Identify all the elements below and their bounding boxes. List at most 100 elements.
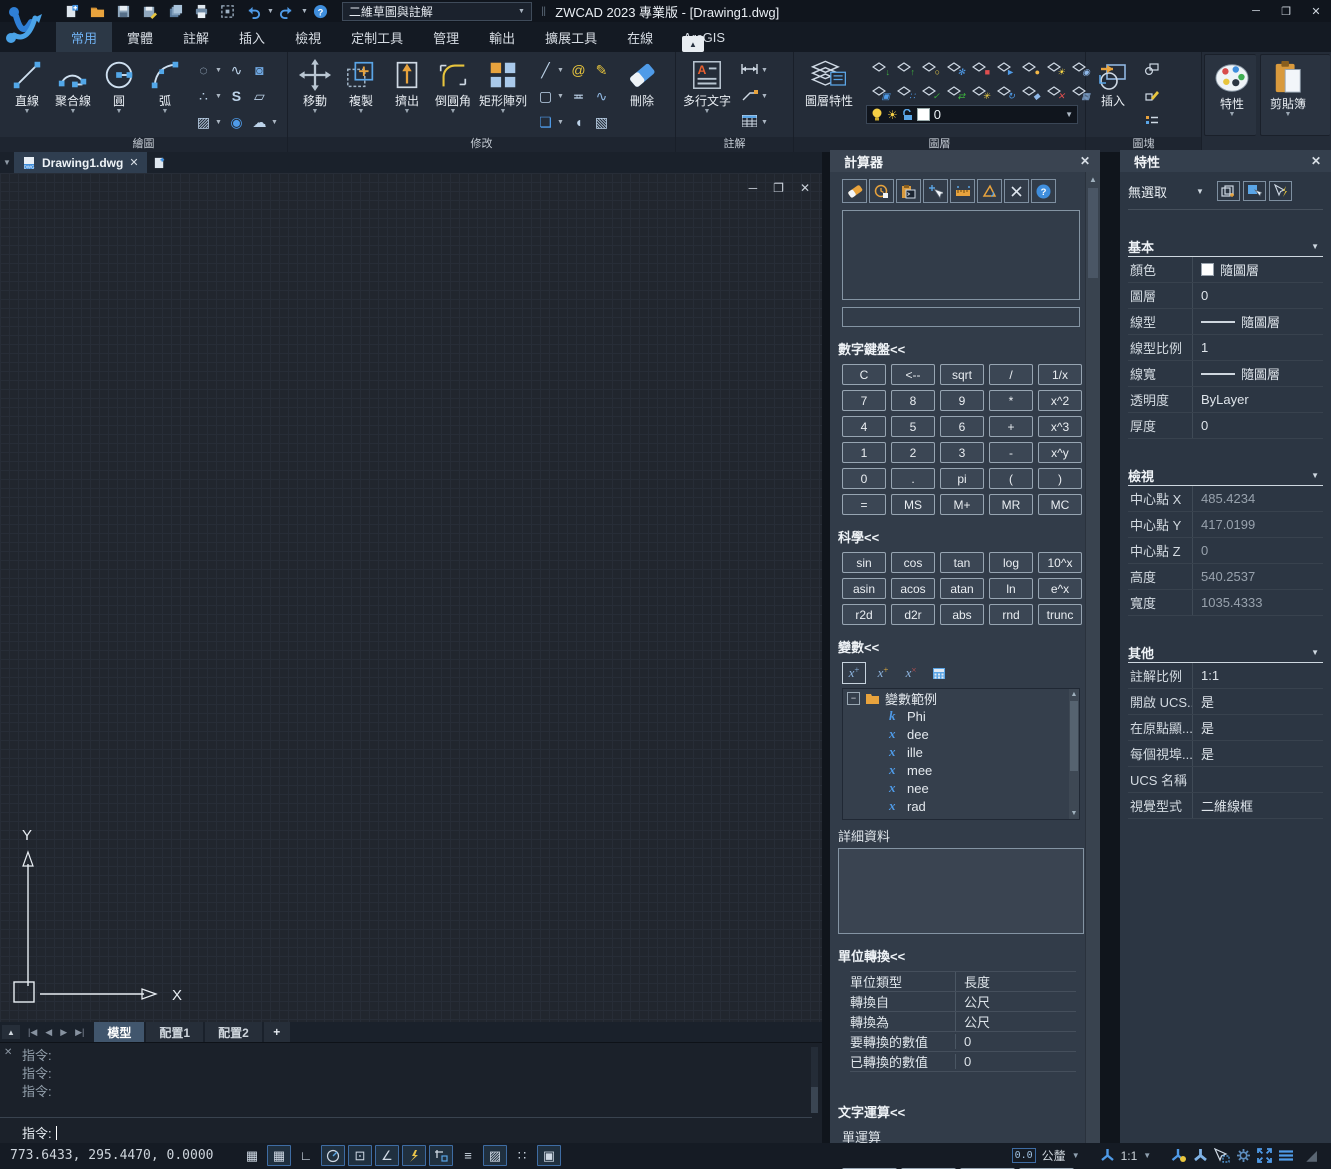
layer-up-icon[interactable]: ↑ [891,55,916,79]
spline-cv-icon[interactable]: S [225,83,248,109]
property-row[interactable]: 線型比例 1 [1128,335,1323,361]
chevron-down-icon[interactable]: ▼ [1311,471,1323,480]
calc-sci-key[interactable]: log [989,552,1033,573]
spline-fit-icon[interactable]: ∿ [225,57,248,83]
hatch-icon[interactable]: ▨▼ [192,109,225,135]
ellipse-icon[interactable]: ◌▼ [192,57,225,83]
selection-cycling-icon[interactable]: ∷ [510,1145,534,1166]
calc-key[interactable]: 8 [891,390,935,411]
calc-key[interactable]: - [989,442,1033,463]
chevron-down-icon[interactable]: ▼ [1143,1151,1151,1160]
circle-button[interactable]: 圓▼ [96,55,142,116]
unit-row[interactable]: 要轉換的數值 0 [850,1031,1076,1051]
workspace-select[interactable]: 二維草圖與註解 ▼ [342,2,532,21]
layer-freeze-icon[interactable]: ✻ [941,55,966,79]
calc-key[interactable]: + [989,416,1033,437]
resize-grip[interactable]: ◢ [1306,1147,1317,1164]
units-label[interactable]: 公釐 [1042,1147,1066,1164]
layer-merge-icon[interactable]: ✳ [966,79,991,103]
calc-sci-key[interactable]: 10^x [1038,552,1082,573]
toggle-pickadd-icon[interactable] [1269,181,1292,201]
attributes-icon[interactable] [1140,109,1163,135]
revision-cloud-icon[interactable]: ☁▼ [248,109,281,135]
properties-close-icon[interactable]: ✕ [1311,154,1321,168]
calc-sci-key[interactable]: asin [842,578,886,599]
property-row[interactable]: 註解比例 1:1 [1128,663,1323,689]
ribbon-tab[interactable]: ArcGIS [668,22,740,52]
property-row[interactable]: 厚度 0 [1128,413,1323,439]
new-icon[interactable] [58,1,84,21]
layout-tab[interactable]: 配置2 [205,1022,262,1042]
section-units[interactable]: 單位轉換<< [838,946,1086,965]
break-point-icon[interactable]: ◖ [567,109,590,135]
calc-key[interactable]: 5 [891,416,935,437]
donut-icon[interactable]: ◉ [225,109,248,135]
add-layout-button[interactable]: + [264,1022,290,1042]
last-layout-icon[interactable]: ▶| [71,1027,88,1038]
collapse-icon[interactable]: − [847,692,860,705]
erase-button[interactable]: 刪除 [619,55,665,109]
next-layout-icon[interactable]: ▶ [56,1027,71,1038]
property-row[interactable]: 線型 隨圖層 [1128,309,1323,335]
calc-key[interactable]: 6 [940,416,984,437]
arc-button[interactable]: 弧▼ [142,55,188,116]
region-icon[interactable]: ◙ [248,57,281,83]
calc-key[interactable]: 1/x [1038,364,1082,385]
calc-key[interactable]: sqrt [940,364,984,385]
ribbon-tab[interactable]: 在線 [612,22,668,52]
property-row[interactable]: 開啟 UCS... 是 [1128,689,1323,715]
doc-minimize-icon[interactable]: ─ [749,181,758,195]
undo-icon[interactable] [240,1,266,21]
drawing-canvas[interactable]: ─ ❐ ✕ Y X [0,173,822,1022]
publish-icon[interactable] [162,1,188,21]
layer-on-icon[interactable]: ● [1016,55,1041,79]
mtext-button[interactable]: A 多行文字▼ [680,55,734,116]
copy-button[interactable]: 複製▼ [338,55,384,116]
annotation-scale-icon[interactable] [1100,1148,1115,1163]
maximize-icon[interactable]: ❐ [1271,0,1301,22]
calc-key[interactable]: 2 [891,442,935,463]
panel-label-modify[interactable]: 修改 [288,137,675,152]
property-row[interactable]: 透明度 ByLayer [1128,387,1323,413]
variable-item[interactable]: x mee [843,761,1069,779]
property-row[interactable]: 每個視埠... 是 [1128,741,1323,767]
clear-expression-icon[interactable] [1004,179,1029,203]
doc-close-icon[interactable]: ✕ [800,181,810,195]
variables-scrollbar[interactable]: ▲ ▼ [1069,689,1079,819]
insert-button[interactable]: 插入 [1090,55,1136,109]
ribbon-tab[interactable]: 常用 [56,22,112,52]
close-tab-icon[interactable]: ✕ [129,156,138,169]
leader-icon[interactable]: ▼ [738,83,771,109]
print-icon[interactable] [188,1,214,21]
calc-key[interactable]: x^y [1038,442,1082,463]
join-icon[interactable]: ≖ [567,83,590,109]
stretch-button[interactable]: 擠出▼ [384,55,430,116]
command-prompt[interactable]: 指令: [22,1123,57,1142]
chevron-down-icon[interactable]: ▼ [1072,1151,1080,1160]
layout-tab[interactable]: 模型 [94,1022,144,1042]
layer-thaw-icon[interactable]: ☀ [1041,55,1066,79]
close-icon[interactable]: ✕ [1301,0,1331,22]
measure-angle-icon[interactable] [977,179,1002,203]
calc-sci-key[interactable]: abs [940,604,984,625]
chevron-down-icon[interactable]: ▼ [1196,187,1204,196]
calc-sci-key[interactable]: sin [842,552,886,573]
property-row[interactable]: 中心點 X 485.4234 [1128,486,1323,512]
layer-down-icon[interactable]: ↓ [866,55,891,79]
unit-row[interactable]: 轉換自 公尺 [850,991,1076,1011]
ribbon-collapse-icon[interactable]: ▲ [682,36,704,52]
redo-caret-icon[interactable]: ▼ [301,8,308,15]
ribbon-tab[interactable]: 管理 [418,22,474,52]
edit-hatch-icon[interactable]: ▧ [590,109,613,135]
prev-layout-icon[interactable]: ◀ [41,1027,56,1038]
variable-item[interactable]: x dee [843,725,1069,743]
calc-sci-key[interactable]: r2d [842,604,886,625]
variable-root[interactable]: − 變數範例 [843,689,1069,707]
ribbon-tab[interactable]: 定制工具 [336,22,418,52]
chevron-down-icon[interactable]: ▼ [1311,242,1323,251]
pick-point-icon[interactable] [923,179,948,203]
unit-row[interactable]: 轉換為 公尺 [850,1011,1076,1031]
ribbon-tab[interactable]: 實體 [112,22,168,52]
undo-caret-icon[interactable]: ▼ [267,8,274,15]
grid-icon[interactable]: ▦ [267,1145,291,1166]
